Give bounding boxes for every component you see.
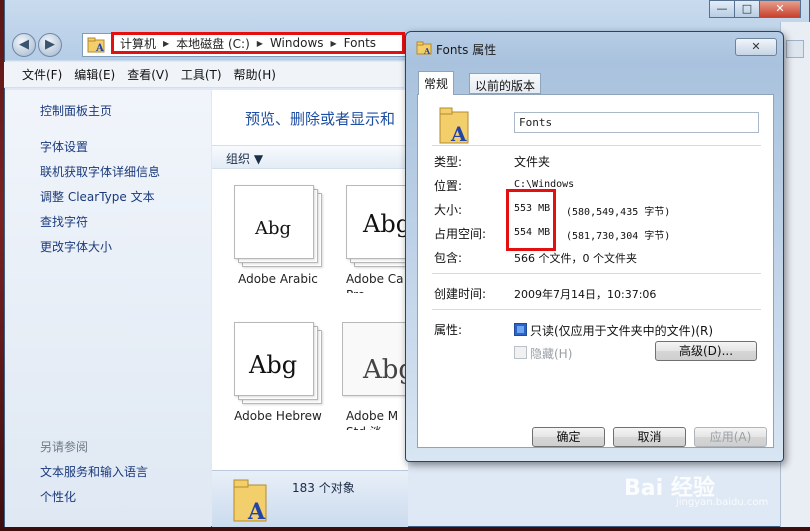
window-controls: — □ ✕	[709, 0, 801, 18]
organize-label: 组织	[226, 152, 251, 166]
font-preview-page: Abg	[346, 185, 412, 259]
font-name-label: Adobe Hebrew	[234, 409, 322, 423]
close-button[interactable]: ✕	[759, 0, 801, 18]
page-title: 预览、删除或者显示和	[245, 110, 396, 128]
item-count: 183 个对象	[292, 481, 355, 495]
organize-menu-button[interactable]: 组织 ▼	[226, 150, 263, 167]
sidebar-font-settings[interactable]: 字体设置	[40, 138, 88, 155]
navigation-buttons: ◀ ▶	[12, 32, 64, 58]
readonly-checkbox[interactable]	[514, 323, 527, 336]
address-bar[interactable]: A 计算机 ▶ 本地磁盘 (C:) ▶ Windows ▶ Fonts	[82, 32, 406, 57]
contains-label: 包含:	[434, 251, 463, 265]
status-bar: A 183 个对象	[212, 470, 408, 527]
ok-button[interactable]: 确定	[532, 427, 605, 447]
divider	[432, 309, 761, 310]
maximize-button[interactable]: □	[734, 0, 760, 18]
general-tab-panel: A Fonts 类型: 文件夹 位置: C:\Windows 大小: 553 M…	[417, 94, 774, 448]
font-preview-glyph: Abg	[363, 210, 412, 238]
size-label: 大小:	[434, 203, 463, 217]
scrollbar[interactable]	[780, 22, 810, 527]
sidebar-find-character[interactable]: 查找字符	[40, 213, 88, 230]
content-pane: 预览、删除或者显示和 组织 ▼ Abg Adobe Arabic Abg Ado…	[212, 90, 412, 470]
font-preview-page: Abg	[234, 185, 314, 259]
breadcrumb-computer[interactable]: 计算机	[120, 35, 156, 52]
menu-file[interactable]: 文件(F)	[4, 66, 68, 83]
divider	[432, 273, 761, 274]
menu-tools[interactable]: 工具(T)	[175, 66, 228, 83]
sidebar-text-services[interactable]: 文本服务和输入语言	[40, 463, 148, 480]
sidebar: 控制面板主页 字体设置 联机获取字体详细信息 调整 ClearType 文本 查…	[5, 90, 211, 527]
font-preview-page: Abg	[342, 322, 412, 396]
folder-icon: A	[87, 37, 105, 53]
see-also-heading: 另请参阅	[40, 440, 89, 454]
folder-icon: A	[439, 107, 469, 145]
cancel-button[interactable]: 取消	[613, 427, 686, 447]
font-name-label: Adobe M Std 淡	[346, 409, 399, 430]
folder-name-field[interactable]: Fonts	[514, 112, 759, 133]
svg-text:A: A	[95, 43, 104, 53]
sidebar-adjust-cleartype[interactable]: 调整 ClearType 文本	[40, 188, 155, 205]
font-preview-page: Abg	[234, 322, 314, 396]
dialog-close-button[interactable]: ✕	[735, 38, 777, 56]
folder-icon: A	[416, 41, 432, 55]
font-name-label: Adobe Ca Pro	[346, 272, 404, 293]
font-tile-adobe-hebrew[interactable]: Abg Adobe Hebrew	[230, 322, 326, 430]
readonly-label: 只读(仅应用于文件夹中的文件)(R)	[530, 324, 714, 338]
properties-dialog: A Fonts 属性 ✕ 常规 以前的版本 A Fonts 类型: 文件夹 位置…	[405, 31, 784, 462]
type-label: 类型:	[434, 155, 463, 169]
breadcrumb: 计算机 ▶ 本地磁盘 (C:) ▶ Windows ▶ Fonts	[111, 32, 405, 54]
attributes-label: 属性:	[434, 323, 463, 337]
hidden-label: 隐藏(H)	[530, 347, 573, 361]
dialog-titlebar[interactable]: A Fonts 属性 ✕	[406, 32, 783, 62]
chevron-down-icon: ▼	[253, 152, 264, 166]
tab-previous-versions[interactable]: 以前的版本	[469, 73, 542, 94]
menu-view[interactable]: 查看(V)	[121, 66, 175, 83]
disk-size-bytes: (581,730,304 字节)	[566, 231, 671, 242]
toolbar: 组织 ▼	[212, 145, 408, 169]
svg-text:A: A	[450, 122, 467, 145]
apply-button[interactable]: 应用(A)	[694, 427, 767, 447]
hidden-checkbox[interactable]	[514, 346, 527, 359]
menu-edit[interactable]: 编辑(E)	[68, 66, 121, 83]
forward-arrow-icon[interactable]: ▶	[38, 33, 62, 57]
created-value: 2009年7月14日，10:37:06	[514, 288, 657, 301]
dialog-title: Fonts 属性	[436, 43, 497, 57]
sidebar-personalization[interactable]: 个性化	[40, 488, 76, 505]
font-preview-glyph: Abg	[249, 351, 298, 379]
chevron-right-icon[interactable]: ▶	[257, 39, 263, 48]
chevron-right-icon[interactable]: ▶	[331, 39, 337, 48]
font-tile-adobe-caslon[interactable]: Abg Adobe Ca Pro	[342, 185, 412, 293]
svg-text:A: A	[247, 499, 266, 523]
chevron-right-icon[interactable]: ▶	[163, 39, 169, 48]
font-tile-adobe-ming[interactable]: Abg Adobe M Std 淡	[342, 322, 412, 430]
location-label: 位置:	[434, 179, 463, 193]
disk-size-label: 占用空间:	[434, 227, 487, 241]
folder-icon: A	[233, 479, 267, 523]
svg-text:A: A	[423, 46, 431, 55]
size-bytes: (580,549,435 字节)	[566, 207, 671, 218]
type-value: 文件夹	[514, 155, 551, 169]
back-arrow-icon[interactable]: ◀	[12, 33, 36, 57]
breadcrumb-local-disk[interactable]: 本地磁盘 (C:)	[176, 35, 250, 52]
minimize-button[interactable]: —	[709, 0, 735, 18]
sidebar-online-font-info[interactable]: 联机获取字体详细信息	[40, 163, 160, 180]
baidu-watermark-url: jingyan.baidu.com	[676, 497, 769, 508]
breadcrumb-fonts[interactable]: Fonts	[344, 36, 376, 50]
divider	[432, 145, 761, 146]
contains-value: 566 个文件，0 个文件夹	[514, 252, 637, 265]
breadcrumb-windows[interactable]: Windows	[270, 36, 324, 50]
menu-help[interactable]: 帮助(H)	[228, 66, 282, 83]
sidebar-change-font-size[interactable]: 更改字体大小	[40, 238, 112, 255]
font-name-label: Adobe Arabic	[238, 272, 318, 286]
menu-bar: 文件(F) 编辑(E) 查看(V) 工具(T) 帮助(H)	[4, 62, 404, 88]
scroll-up-arrow-icon[interactable]	[786, 40, 804, 58]
tab-general[interactable]: 常规	[418, 71, 455, 95]
highlight-box	[506, 189, 556, 251]
sidebar-control-panel-home[interactable]: 控制面板主页	[40, 102, 112, 119]
advanced-button[interactable]: 高级(D)...	[655, 341, 757, 361]
font-tile-adobe-arabic[interactable]: Abg Adobe Arabic	[230, 185, 326, 293]
font-preview-glyph: Abg	[255, 218, 292, 239]
created-label: 创建时间:	[434, 287, 487, 301]
